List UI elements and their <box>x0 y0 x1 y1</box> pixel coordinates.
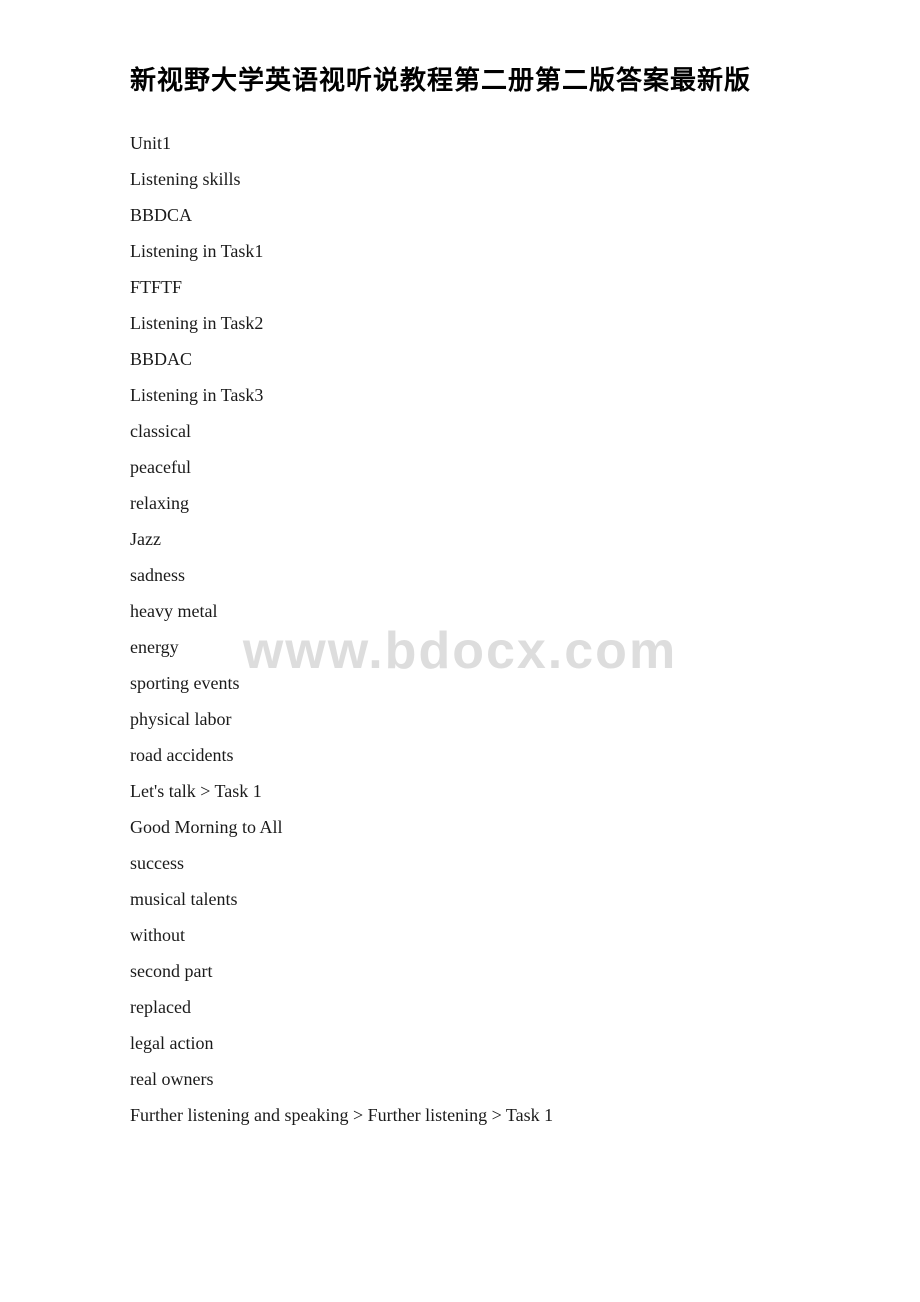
list-item: Further listening and speaking > Further… <box>130 1097 840 1133</box>
list-item: real owners <box>130 1061 840 1097</box>
content-list: Unit1Listening skillsBBDCAListening in T… <box>130 125 840 1133</box>
list-item: Good Morning to All <box>130 809 840 845</box>
list-item: classical <box>130 413 840 449</box>
list-item: peaceful <box>130 449 840 485</box>
list-item: energy <box>130 629 840 665</box>
list-item: without <box>130 917 840 953</box>
list-item: Listening in Task1 <box>130 233 840 269</box>
list-item: physical labor <box>130 701 840 737</box>
list-item: success <box>130 845 840 881</box>
list-item: legal action <box>130 1025 840 1061</box>
list-item: Unit1 <box>130 125 840 161</box>
page-title: 新视野大学英语视听说教程第二册第二版答案最新版 <box>130 60 840 97</box>
list-item: Jazz <box>130 521 840 557</box>
list-item: BBDCA <box>130 197 840 233</box>
list-item: Let's talk > Task 1 <box>130 773 840 809</box>
list-item: heavy metal <box>130 593 840 629</box>
list-item: Listening in Task3 <box>130 377 840 413</box>
list-item: sadness <box>130 557 840 593</box>
list-item: BBDAC <box>130 341 840 377</box>
list-item: road accidents <box>130 737 840 773</box>
list-item: replaced <box>130 989 840 1025</box>
list-item: musical talents <box>130 881 840 917</box>
list-item: second part <box>130 953 840 989</box>
list-item: Listening skills <box>130 161 840 197</box>
list-item: FTFTF <box>130 269 840 305</box>
list-item: relaxing <box>130 485 840 521</box>
list-item: Listening in Task2 <box>130 305 840 341</box>
list-item: sporting events <box>130 665 840 701</box>
